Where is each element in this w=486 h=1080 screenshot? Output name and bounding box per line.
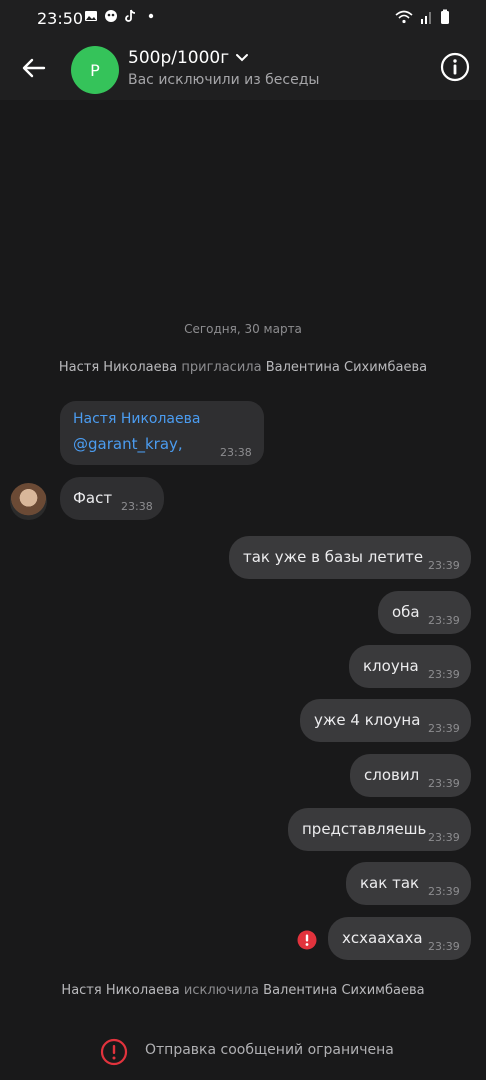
- battery-icon: [441, 9, 449, 24]
- chat-header: P 500р/1000г Вас исключили из беседы: [0, 36, 486, 100]
- outgoing-message[interactable]: как так 23:39: [346, 862, 471, 905]
- tiktok-icon: [125, 9, 136, 22]
- event-target[interactable]: Валентина Сихимбаева: [266, 360, 427, 375]
- info-icon[interactable]: [440, 52, 470, 82]
- message-time: 23:39: [428, 668, 460, 681]
- message-text: Фаст: [73, 489, 113, 507]
- wifi-icon: [395, 10, 413, 24]
- event-action: пригласила: [181, 360, 262, 375]
- chat-title-text: 500р/1000г: [128, 48, 230, 68]
- outgoing-message[interactable]: так уже в базы летите 23:39: [229, 536, 471, 579]
- incoming-message[interactable]: Фаст 23:38: [60, 477, 164, 520]
- warning-circle-icon: [100, 1038, 128, 1066]
- message-text: словил: [364, 766, 420, 784]
- event-target[interactable]: Валентина Сихимбаева: [263, 983, 424, 998]
- message-time: 23:39: [428, 831, 460, 844]
- message-text: так уже в базы летите: [243, 548, 424, 566]
- incoming-message[interactable]: Настя Николаева @garant_kray, 23:38: [60, 401, 264, 465]
- outgoing-message[interactable]: представляешь 23:39: [288, 808, 471, 851]
- message-time: 23:39: [428, 559, 460, 572]
- system-message-invite: Настя Николаева пригласила Валентина Сих…: [0, 360, 486, 375]
- message-text: представляешь: [302, 820, 427, 838]
- message-time: 23:38: [220, 446, 252, 459]
- message-time: 23:39: [428, 777, 460, 790]
- message-text: клоуна: [363, 657, 419, 675]
- mention-link[interactable]: @garant_kray,: [73, 435, 183, 453]
- outgoing-message[interactable]: словил 23:39: [350, 754, 471, 797]
- outgoing-message[interactable]: уже 4 клоуна 23:39: [300, 699, 471, 742]
- notification-icons: [84, 9, 158, 23]
- outgoing-message[interactable]: клоуна 23:39: [349, 645, 471, 688]
- gallery-icon: [85, 11, 97, 21]
- outgoing-message[interactable]: оба 23:39: [378, 591, 471, 634]
- chat-avatar[interactable]: P: [71, 46, 119, 94]
- message-time: 23:39: [428, 885, 460, 898]
- message-time: 23:39: [428, 940, 460, 953]
- date-separator: Сегодня, 30 марта: [184, 322, 302, 336]
- status-bar: 23:50: [0, 0, 486, 36]
- app-notification-icon: [105, 10, 117, 22]
- outgoing-message-failed[interactable]: хсхаахаха 23:39: [328, 917, 471, 960]
- back-arrow-icon[interactable]: [20, 54, 48, 82]
- more-notifications-dot-icon: [148, 13, 154, 19]
- message-text: хсхаахаха: [342, 929, 423, 947]
- signal-icon: [421, 12, 431, 24]
- message-time: 23:39: [428, 722, 460, 735]
- event-actor[interactable]: Настя Николаева: [59, 360, 177, 375]
- restriction-text: Отправка сообщений ограничена: [145, 1042, 394, 1058]
- system-message-kick: Настя Николаева исключила Валентина Сихи…: [0, 983, 486, 998]
- message-text: как так: [360, 874, 420, 892]
- restriction-notice: Отправка сообщений ограничена: [0, 1032, 486, 1072]
- chat-title[interactable]: 500р/1000г: [128, 48, 249, 68]
- sender-name[interactable]: Настя Николаева: [73, 411, 200, 427]
- message-text: уже 4 клоуна: [314, 711, 421, 729]
- status-time: 23:50: [37, 9, 84, 28]
- message-text: оба: [392, 603, 420, 621]
- sender-avatar[interactable]: [10, 483, 47, 520]
- error-icon[interactable]: [297, 930, 317, 950]
- event-actor[interactable]: Настя Николаева: [61, 983, 179, 998]
- event-action: исключила: [183, 983, 260, 998]
- message-time: 23:38: [121, 500, 153, 513]
- message-time: 23:39: [428, 614, 460, 627]
- chat-subtitle: Вас исключили из беседы: [128, 72, 320, 88]
- chevron-down-icon: [236, 54, 249, 62]
- message-text: @garant_kray,: [73, 435, 183, 453]
- status-right: [394, 9, 450, 25]
